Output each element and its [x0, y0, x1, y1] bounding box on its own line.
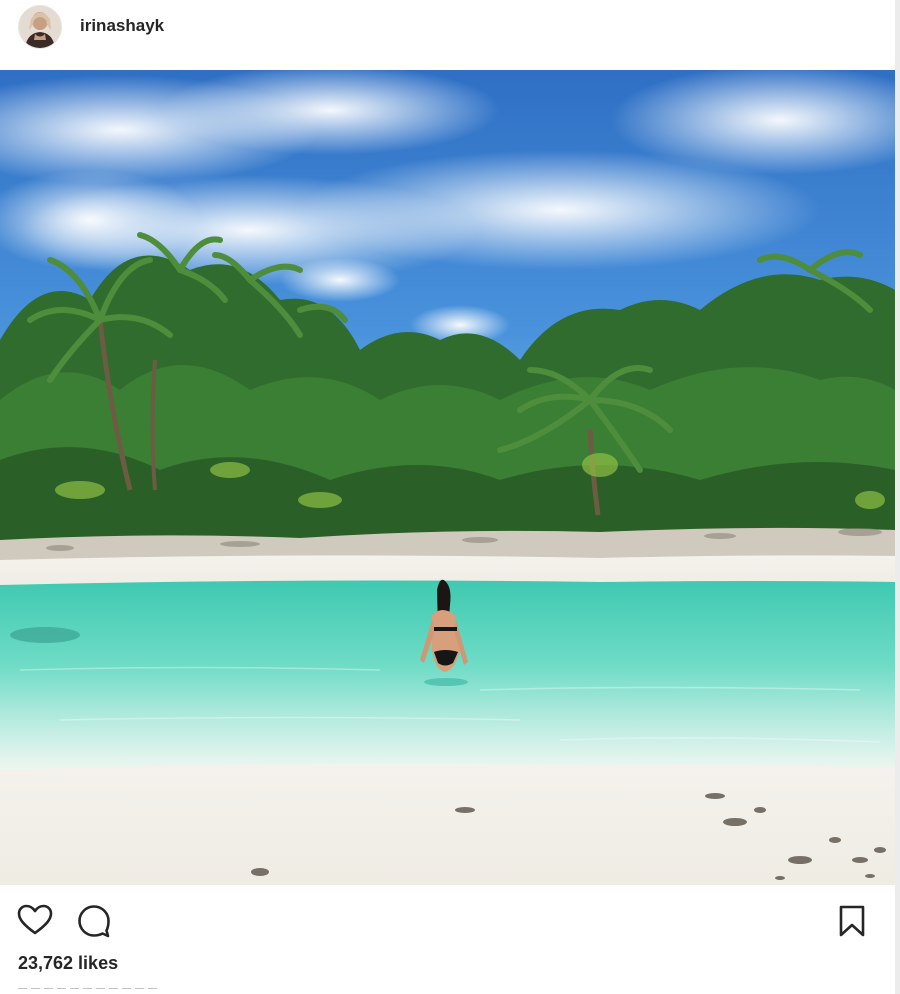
- heart-icon[interactable]: [17, 904, 53, 941]
- post-header: irinashayk: [0, 0, 895, 70]
- post-actions: 23,762 likes: [0, 885, 895, 994]
- likes-count[interactable]: 23,762 likes: [18, 953, 118, 974]
- page-edge: [895, 0, 900, 994]
- avatar[interactable]: [18, 5, 62, 49]
- comment-icon[interactable]: [77, 904, 111, 943]
- post-photo[interactable]: [0, 70, 895, 885]
- bookmark-icon[interactable]: [838, 905, 866, 942]
- username[interactable]: irinashayk: [80, 16, 164, 36]
- caption-cut-off: [18, 988, 158, 994]
